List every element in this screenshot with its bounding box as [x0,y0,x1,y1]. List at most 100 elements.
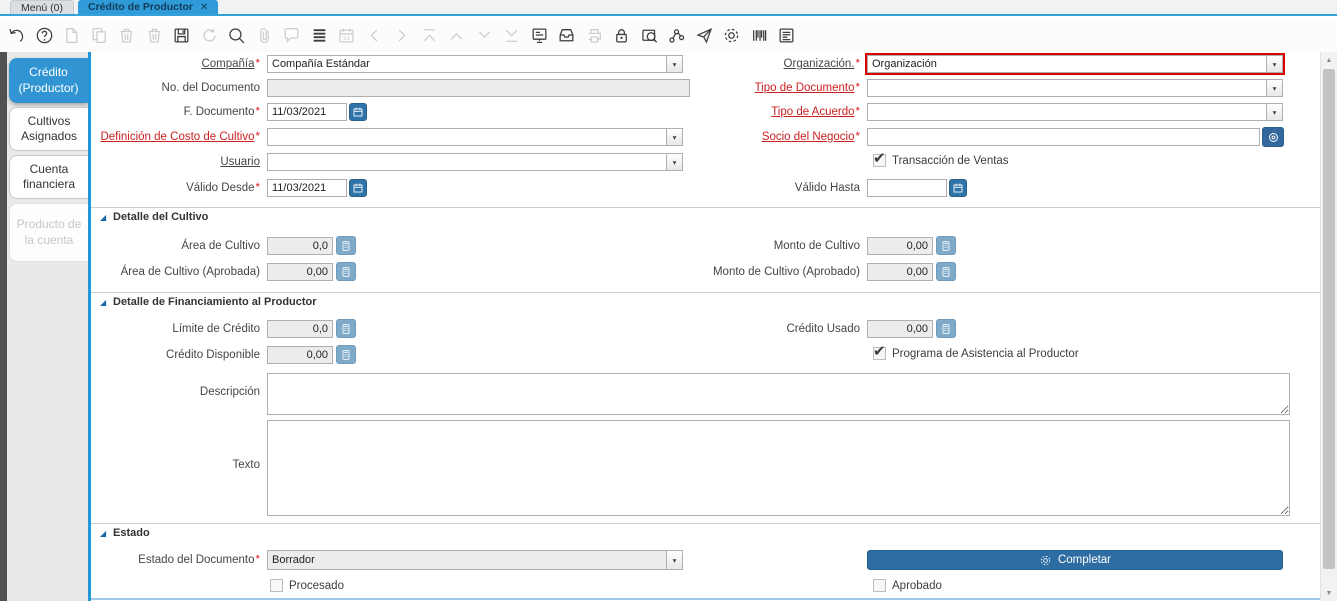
valido-desde-calendar-icon[interactable] [349,179,367,197]
organizacion-input[interactable] [867,55,1266,73]
transaccion-ventas-checkbox[interactable]: ✔ [873,150,887,168]
form-credito-productor: Compañía* ▾ Organización.* ▾ No. del Doc… [91,52,1320,601]
workflow-icon[interactable] [667,26,686,45]
credito-usado-input [867,320,933,338]
compania-label[interactable]: Compañía* [91,57,260,71]
chevron-down-icon[interactable]: ▾ [666,550,683,570]
monto-cultivo-aprobado-calculator-icon[interactable] [936,262,956,281]
area-cultivo-calculator-icon[interactable] [336,236,356,255]
completar-button[interactable]: Completar [867,550,1283,570]
chevron-down-icon[interactable]: ▾ [1266,103,1283,121]
copy-record-icon [90,26,109,45]
close-tab-icon[interactable]: ✕ [200,2,208,13]
valido-desde-label: Válido Desde* [186,182,260,194]
gear-icon [1039,554,1052,567]
procesado-checkbox[interactable] [270,579,284,593]
tab-credito-label: Crédito de Productor [88,1,194,13]
export-icon[interactable] [750,26,769,45]
f-documento-label: F. Documento* [183,106,260,118]
chevron-down-icon[interactable]: ▾ [1266,79,1283,97]
section-title-financiamiento[interactable]: Detalle de Financiamiento al Productor [113,296,317,308]
lock-icon[interactable] [612,26,631,45]
tab-menu-label: Menú (0) [21,1,64,14]
credito-disponible-calculator-icon[interactable] [336,345,356,364]
no-documento-label: No. del Documento [161,82,260,94]
aprobado-checkbox[interactable] [873,579,887,593]
report-window-icon[interactable] [777,26,796,45]
socio-negocio-record-icon[interactable] [1262,127,1284,147]
required-marker: * [855,58,860,70]
socio-negocio-label[interactable]: Socio del Negocio* [561,130,860,144]
toggle-grid-icon[interactable] [310,26,329,45]
scrollbar-thumb[interactable] [1323,69,1335,569]
usuario-label[interactable]: Usuario [91,155,260,169]
required-marker: * [255,106,260,118]
sidebar-tab-label: Cultivos Asignados [20,113,78,143]
f-documento-calendar-icon[interactable] [349,103,367,121]
print-icon [585,26,604,45]
section-separator [91,523,1320,524]
completar-button-label: Completar [1057,554,1112,566]
limite-credito-calculator-icon[interactable] [336,319,356,338]
save-icon[interactable] [172,26,191,45]
texto-textarea[interactable] [267,420,1290,516]
section-separator [91,207,1320,208]
undo-icon[interactable] [7,26,26,45]
scroll-up-icon[interactable]: ▲ [1321,52,1337,68]
required-marker: * [255,554,260,566]
send-mail-icon[interactable] [695,26,714,45]
checkmark-icon: ✔ [873,150,886,167]
descripcion-textarea[interactable] [267,373,1290,415]
credito-usado-calculator-icon[interactable] [936,319,956,338]
tipo-acuerdo-combobox: ▾ [867,103,1283,121]
limite-credito-label: Límite de Crédito [172,323,260,335]
tipo-documento-input[interactable] [867,79,1266,97]
tipo-acuerdo-input[interactable] [867,103,1266,121]
usuario-input[interactable] [267,153,666,171]
help-icon[interactable] [35,26,54,45]
scroll-down-icon[interactable]: ▼ [1321,585,1337,601]
definicion-costo-label[interactable]: Definición de Costo de Cultivo* [91,130,260,144]
area-cultivo-input [267,237,333,255]
estado-documento-combobox: ▾ [267,550,683,570]
valido-hasta-input[interactable] [867,179,947,197]
section-title-estado[interactable]: Estado [113,527,150,539]
chevron-down-icon[interactable]: ▾ [1266,55,1283,73]
programa-asistencia-checkbox[interactable]: ✔ [873,343,887,361]
socio-negocio-input[interactable] [867,128,1260,146]
organizacion-label[interactable]: Organización.* [561,57,860,71]
sidebar-tab-cultivos-asignados[interactable]: Cultivos Asignados [9,107,88,151]
sidebar-tab-credito-productor[interactable]: Crédito (Productor) [9,58,88,103]
sidebar-tab-cuenta-financiera[interactable]: Cuenta financiera [9,155,88,199]
process-icon[interactable] [722,26,741,45]
collapse-icon[interactable]: ◢ [100,529,106,539]
texto-label: Texto [232,459,261,471]
valido-hasta-calendar-icon[interactable] [949,179,967,197]
area-cultivo-label: Área de Cultivo [181,240,260,252]
zoom-across-icon[interactable] [640,26,659,45]
collapse-icon[interactable]: ◢ [100,298,106,308]
area-cultivo-aprobada-calculator-icon[interactable] [336,262,356,281]
archive-icon[interactable] [557,26,576,45]
tipo-documento-label[interactable]: Tipo de Documento* [561,81,860,95]
valido-desde-input[interactable] [267,179,347,197]
attachment-icon [255,26,274,45]
checkmark-icon: ✔ [873,343,886,360]
credito-disponible-input [267,346,333,364]
tab-credito-de-productor[interactable]: Crédito de Productor ✕ [78,0,219,14]
valido-hasta-label: Válido Hasta [794,182,860,194]
previous-record-icon [447,26,466,45]
f-documento-input[interactable] [267,103,347,121]
tipo-acuerdo-label[interactable]: Tipo de Acuerdo* [561,105,860,119]
section-title-cultivo[interactable]: Detalle del Cultivo [113,211,208,223]
chevron-down-icon[interactable]: ▾ [666,153,683,171]
find-icon[interactable] [227,26,246,45]
collapse-icon[interactable]: ◢ [100,213,106,223]
organizacion-highlight-border: ▾ [865,53,1285,75]
tab-menu[interactable]: Menú (0) [10,0,75,14]
report-icon[interactable] [530,26,549,45]
required-marker: * [855,106,860,118]
vertical-scrollbar[interactable]: ▲ ▼ [1320,52,1337,601]
monto-cultivo-calculator-icon[interactable] [936,236,956,255]
window-tab-bar: Menú (0) Crédito de Productor ✕ [0,0,1337,16]
